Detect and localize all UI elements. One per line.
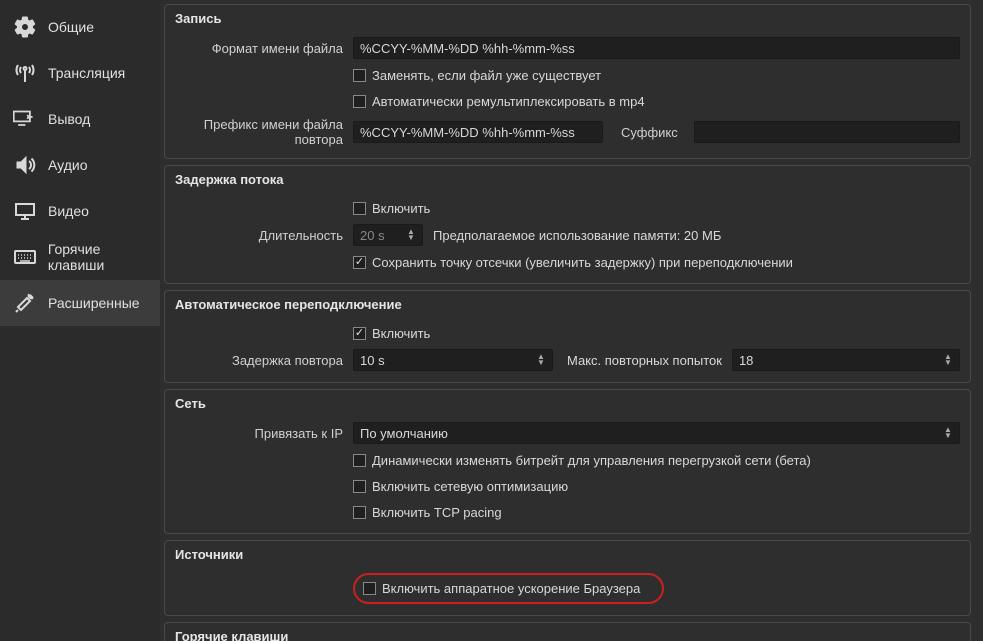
sidebar-item-stream[interactable]: Трансляция [0, 50, 160, 96]
tools-icon [12, 290, 38, 316]
antenna-icon [12, 60, 38, 86]
spinner-buttons-icon: ▲▼ [404, 229, 418, 241]
delay-enable-checkbox[interactable]: Включить [353, 201, 430, 216]
suffix-label: Суффикс [613, 125, 684, 140]
preserve-cutoff-checkbox[interactable]: Сохранить точку отсечки (увеличить задер… [353, 255, 793, 270]
dropdown-arrows-icon: ▲▼ [941, 427, 955, 439]
sidebar-item-audio[interactable]: Аудио [0, 142, 160, 188]
replay-prefix-input[interactable] [353, 121, 603, 143]
group-title: Сеть [165, 390, 970, 419]
settings-content[interactable]: Запись Формат имени файла Заменять, если… [160, 0, 983, 641]
checkbox-checked-icon [353, 327, 366, 340]
sidebar-item-hotkeys[interactable]: Горячие клавиши [0, 234, 160, 280]
checkbox-label: Включить сетевую оптимизацию [372, 479, 568, 494]
group-title: Горячие клавиши [165, 623, 970, 641]
retry-delay-spinner[interactable]: 10 s ▲▼ [353, 349, 553, 371]
spinner-buttons-icon: ▲▼ [941, 354, 955, 366]
group-network: Сеть Привязать к IP По умолчанию ▲▼ Дина… [164, 389, 971, 534]
sidebar-item-label: Аудио [48, 157, 88, 173]
bind-ip-dropdown[interactable]: По умолчанию ▲▼ [353, 422, 960, 444]
max-retries-spinner[interactable]: 18 ▲▼ [732, 349, 960, 371]
memory-usage-label: Предполагаемое использование памяти: 20 … [433, 228, 721, 243]
checkbox-label: Включить TCP pacing [372, 505, 502, 520]
replay-prefix-label: Префикс имени файла повтора [175, 117, 353, 147]
checkbox-label: Включить [372, 201, 430, 216]
checkbox-icon [353, 454, 366, 467]
gear-icon [12, 14, 38, 40]
checkbox-label: Сохранить точку отсечки (увеличить задер… [372, 255, 793, 270]
suffix-input[interactable] [694, 121, 960, 143]
checkbox-icon [353, 480, 366, 493]
sidebar-item-video[interactable]: Видео [0, 188, 160, 234]
settings-sidebar: Общие Трансляция Вывод Аудио Видео [0, 0, 160, 641]
network-optimization-checkbox[interactable]: Включить сетевую оптимизацию [353, 479, 568, 494]
group-sources: Источники Включить аппаратное ускорение … [164, 540, 971, 616]
group-stream-delay: Задержка потока Включить Длительность 20… [164, 165, 971, 284]
checkbox-icon [363, 582, 376, 595]
remux-checkbox[interactable]: Автоматически ремультиплексировать в mp4 [353, 94, 645, 109]
checkbox-icon [353, 506, 366, 519]
group-title: Источники [165, 541, 970, 570]
group-title: Задержка потока [165, 166, 970, 195]
monitor-icon [12, 198, 38, 224]
bind-ip-label: Привязать к IP [175, 426, 353, 441]
reconnect-enable-checkbox[interactable]: Включить [353, 326, 430, 341]
checkbox-label: Автоматически ремультиплексировать в mp4 [372, 94, 645, 109]
checkbox-label: Включить [372, 326, 430, 341]
filename-format-label: Формат имени файла [175, 41, 353, 56]
checkbox-label: Заменять, если файл уже существует [372, 68, 601, 83]
keyboard-icon [12, 244, 38, 270]
sidebar-item-label: Трансляция [48, 65, 125, 81]
checkbox-icon [353, 69, 366, 82]
max-retries-label: Макс. повторных попыток [563, 353, 722, 368]
spinner-buttons-icon: ▲▼ [534, 354, 548, 366]
sidebar-item-output[interactable]: Вывод [0, 96, 160, 142]
speaker-icon [12, 152, 38, 178]
group-hotkeys: Горячие клавиши Поведение фокуса горячих… [164, 622, 971, 641]
checkbox-icon [353, 202, 366, 215]
group-recording: Запись Формат имени файла Заменять, если… [164, 4, 971, 159]
checkbox-icon [353, 95, 366, 108]
output-icon [12, 106, 38, 132]
checkbox-checked-icon [353, 256, 366, 269]
browser-hw-accel-checkbox[interactable]: Включить аппаратное ускорение Браузера [363, 581, 640, 596]
overwrite-checkbox[interactable]: Заменять, если файл уже существует [353, 68, 601, 83]
retry-delay-label: Задержка повтора [175, 353, 353, 368]
tcp-pacing-checkbox[interactable]: Включить TCP pacing [353, 505, 502, 520]
sidebar-item-advanced[interactable]: Расширенные [0, 280, 160, 326]
highlight-ring: Включить аппаратное ускорение Браузера [353, 573, 664, 604]
filename-format-input[interactable] [353, 37, 960, 59]
checkbox-label: Динамически изменять битрейт для управле… [372, 453, 811, 468]
sidebar-item-label: Видео [48, 203, 89, 219]
group-title: Автоматическое переподключение [165, 291, 970, 320]
group-title: Запись [165, 5, 970, 34]
group-reconnect: Автоматическое переподключение Включить … [164, 290, 971, 383]
sidebar-item-label: Вывод [48, 111, 90, 127]
duration-spinner[interactable]: 20 s ▲▼ [353, 224, 423, 246]
dynamic-bitrate-checkbox[interactable]: Динамически изменять битрейт для управле… [353, 453, 811, 468]
sidebar-item-label: Расширенные [48, 295, 140, 311]
sidebar-item-general[interactable]: Общие [0, 4, 160, 50]
duration-label: Длительность [175, 228, 353, 243]
sidebar-item-label: Горячие клавиши [48, 241, 160, 273]
checkbox-label: Включить аппаратное ускорение Браузера [382, 581, 640, 596]
sidebar-item-label: Общие [48, 19, 94, 35]
